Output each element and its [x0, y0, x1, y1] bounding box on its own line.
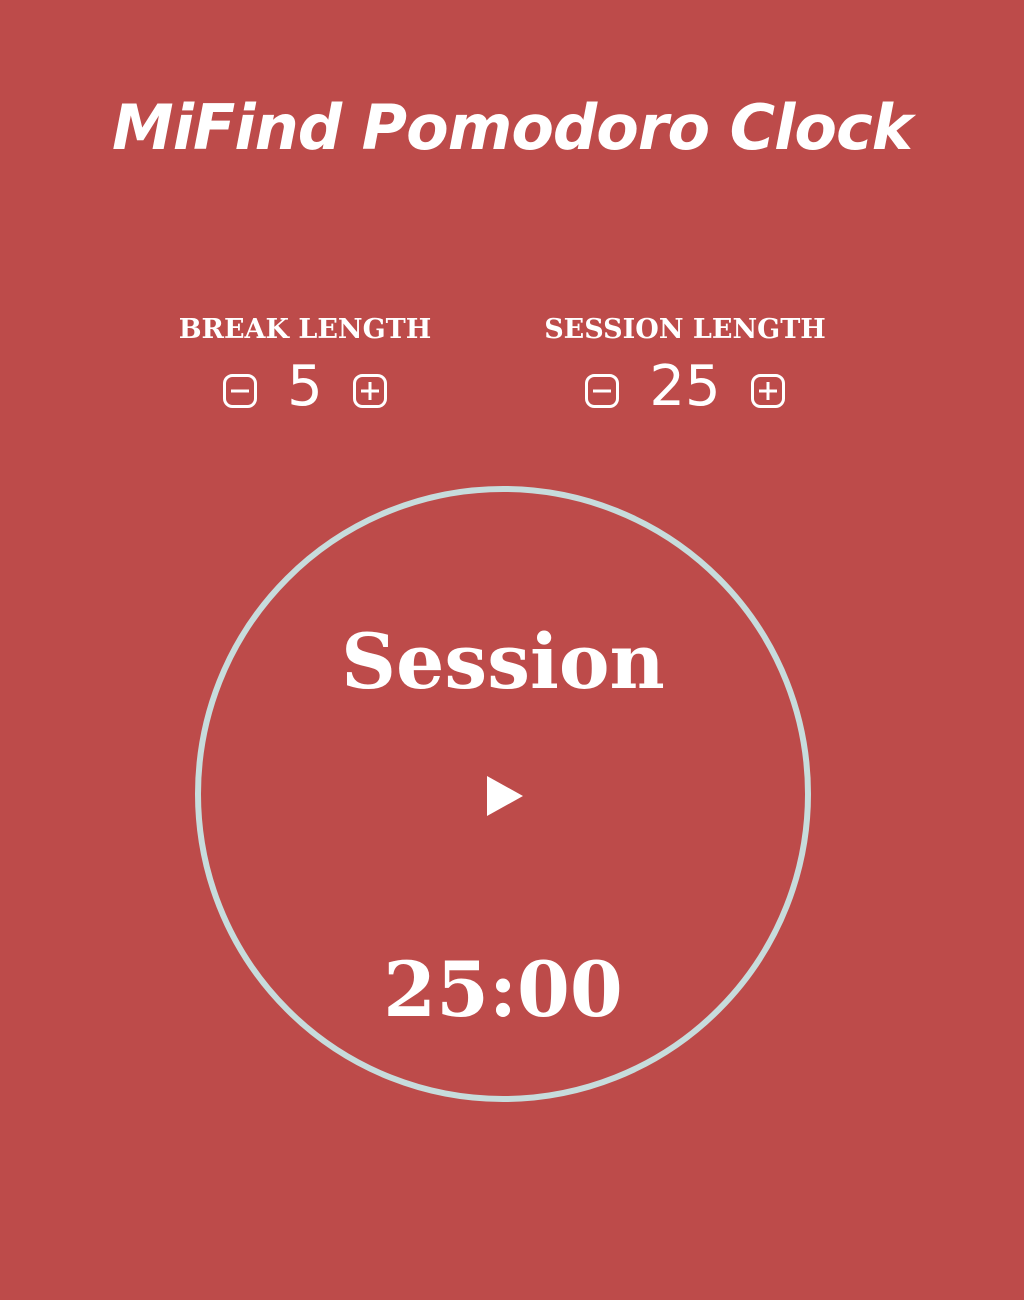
break-decrement-button[interactable] — [223, 374, 258, 408]
break-increment-button[interactable] — [352, 374, 387, 408]
break-length-label: BREAK LENGTH — [178, 314, 432, 345]
session-decrement-button[interactable] — [585, 374, 620, 408]
break-length-value: 5 — [287, 354, 323, 419]
app-title: MiFind Pomodoro Clock — [112, 91, 913, 164]
session-length-label: SESSION LENGTH — [544, 314, 826, 345]
session-increment-button[interactable] — [750, 374, 785, 408]
play-button[interactable] — [485, 774, 525, 818]
session-length-value: 25 — [649, 354, 721, 419]
session-length-control: SESSION LENGTH 25 — [538, 312, 832, 422]
timer-mode-label: Session — [341, 617, 665, 706]
session-length-row: 25 — [538, 352, 832, 422]
timer-circle[interactable]: Session 25:00 — [195, 486, 811, 1102]
timer-time: 25:00 — [383, 945, 623, 1034]
play-icon — [487, 776, 523, 816]
minus-square-icon — [585, 374, 620, 408]
plus-square-icon — [750, 374, 785, 408]
plus-square-icon — [352, 374, 387, 408]
pomodoro-page: MiFind Pomodoro Clock BREAK LENGTH 5 SES… — [0, 0, 1024, 1300]
break-length-row: 5 — [175, 352, 435, 422]
break-length-control: BREAK LENGTH 5 — [175, 312, 435, 422]
minus-square-icon — [223, 374, 258, 408]
